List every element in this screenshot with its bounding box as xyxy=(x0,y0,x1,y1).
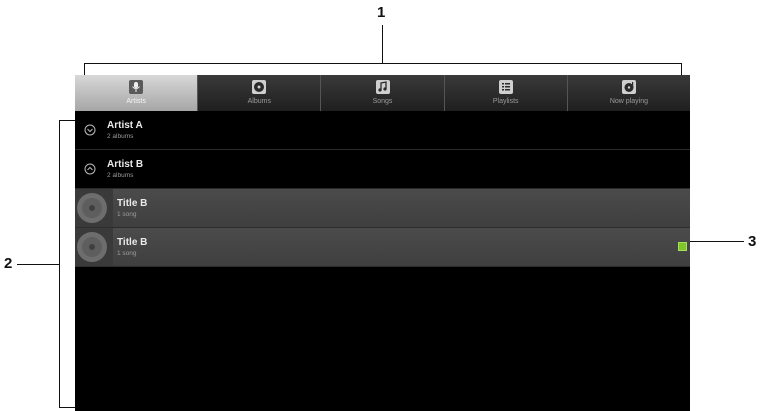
tab-playlists[interactable]: Playlists xyxy=(443,75,567,111)
callout-number-1: 1 xyxy=(377,4,386,21)
tab-songs[interactable]: Songs xyxy=(320,75,443,111)
tab-label: Albums xyxy=(247,98,271,105)
callout-1-bracket xyxy=(84,63,682,64)
album-count: 2 albums xyxy=(107,172,134,179)
album-art-icon xyxy=(75,228,113,266)
music-note-icon xyxy=(375,80,390,94)
tab-bar: Artists Albums Songs Playlists Now playi… xyxy=(75,75,690,111)
callout-2-bracket-top xyxy=(59,120,75,121)
tab-label: Playlists xyxy=(492,98,519,105)
artist-name: Artist A xyxy=(107,120,143,131)
callout-2-bracket-bottom xyxy=(59,407,75,408)
now-playing-indicator xyxy=(678,242,687,251)
album-row[interactable]: Title B 1 song xyxy=(75,228,690,267)
microphone-icon xyxy=(129,80,144,94)
callout-2-bracket xyxy=(59,120,60,408)
playlist-icon xyxy=(498,80,513,94)
album-icon xyxy=(252,80,267,94)
callout-2-stem xyxy=(17,264,59,265)
callout-1-stem xyxy=(382,25,383,64)
expand-icon[interactable] xyxy=(84,124,96,136)
album-count: 2 albums xyxy=(107,133,134,140)
tab-artists[interactable]: Artists xyxy=(75,75,198,111)
tab-label: Artists xyxy=(126,98,146,105)
tab-now-playing[interactable]: Now playing xyxy=(566,75,690,111)
tab-albums[interactable]: Albums xyxy=(197,75,320,111)
artist-row-a[interactable]: Artist A 2 albums xyxy=(75,111,690,150)
tab-label: Songs xyxy=(372,98,393,105)
song-count: 1 song xyxy=(117,250,137,257)
album-title: Title B xyxy=(117,198,148,209)
music-app-screen: Artists Albums Songs Playlists Now playi… xyxy=(75,75,690,411)
callout-3-line xyxy=(686,241,744,242)
song-count: 1 song xyxy=(117,211,137,218)
callout-number-3: 3 xyxy=(748,233,757,250)
album-art-icon xyxy=(75,189,113,227)
tab-label: Now playing xyxy=(609,98,648,105)
artist-name: Artist B xyxy=(107,159,144,170)
artist-list: Artist A 2 albums Artist B 2 albums Titl… xyxy=(75,111,690,267)
now-playing-icon xyxy=(621,80,636,94)
album-row[interactable]: Title B 1 song xyxy=(75,189,690,228)
collapse-icon[interactable] xyxy=(84,163,96,175)
artist-row-b[interactable]: Artist B 2 albums xyxy=(75,150,690,189)
callout-number-2: 2 xyxy=(4,255,13,272)
album-title: Title B xyxy=(117,237,148,248)
